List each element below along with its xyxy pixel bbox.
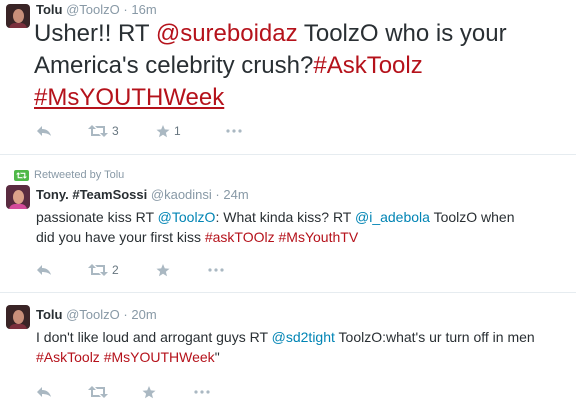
author-handle[interactable]: @ToolzO <box>66 307 120 322</box>
more-icon <box>208 268 224 272</box>
text-segment: : What kinda kiss? RT <box>215 209 355 225</box>
author-name[interactable]: Tony. #TeamSossi <box>36 187 147 202</box>
retweet-icon <box>88 386 108 398</box>
reply-button[interactable] <box>36 386 52 398</box>
star-icon <box>156 124 170 137</box>
avatar[interactable] <box>6 4 30 28</box>
hashtag-link[interactable]: #AskToolz <box>36 349 100 365</box>
mention-link[interactable]: @sd2tight <box>272 329 335 345</box>
tweet-text: I don't like loud and arrogant guys RT @… <box>36 327 536 367</box>
favorite-button[interactable]: 1 <box>156 124 181 138</box>
star-icon <box>156 263 170 276</box>
tweet: Retweeted by Tolu Tony. #TeamSossi @kaod… <box>0 155 576 293</box>
retweet-count: 3 <box>112 124 119 138</box>
retweet-button[interactable]: 3 <box>88 124 119 138</box>
avatar[interactable] <box>6 185 30 209</box>
separator: · <box>123 2 128 17</box>
reply-button[interactable] <box>36 125 52 137</box>
retweet-button[interactable] <box>88 386 108 398</box>
separator: · <box>123 307 128 322</box>
reply-icon <box>37 126 51 136</box>
reply-icon <box>37 265 51 275</box>
favorite-count: 1 <box>174 124 181 138</box>
avatar[interactable] <box>6 305 30 329</box>
retweet-icon <box>88 125 108 137</box>
retweet-button[interactable]: 2 <box>88 263 119 277</box>
star-icon <box>142 385 156 398</box>
reply-button[interactable] <box>36 264 52 276</box>
hashtag-link[interactable]: #MsYOUTHWeek <box>104 349 215 365</box>
text-segment: passionate kiss RT <box>36 209 158 225</box>
retweet-count: 2 <box>112 263 119 277</box>
more-button[interactable] <box>208 268 224 272</box>
author-name[interactable]: Tolu <box>36 2 62 17</box>
text-segment: ToolzO:what's ur turn off in men <box>334 329 535 345</box>
retweet-badge-icon <box>14 169 29 181</box>
tweet-header: Tony. #TeamSossi @kaodinsi · 24m <box>36 187 249 202</box>
timestamp[interactable]: 20m <box>131 307 156 322</box>
more-button[interactable] <box>194 390 210 394</box>
hashtag-link[interactable]: #MsYOUTHWeek <box>34 84 224 111</box>
mention-link[interactable]: @ToolzO <box>158 209 216 225</box>
favorite-button[interactable] <box>156 263 170 277</box>
text-segment: I don't like loud and arrogant guys RT <box>36 329 272 345</box>
tweet-actions: 2 <box>36 261 436 279</box>
tweet: Tolu @ToolzO · 16m Usher!! RT @sureboida… <box>0 0 576 155</box>
favorite-button[interactable] <box>142 385 156 399</box>
tweet-header: Tolu @ToolzO · 16m <box>36 2 157 17</box>
more-icon <box>194 390 210 394</box>
text-segment: " <box>214 349 220 365</box>
more-icon <box>226 129 242 133</box>
tweet-actions: 3 1 <box>36 122 436 140</box>
tweet-text: passionate kiss RT @ToolzO: What kinda k… <box>36 207 536 247</box>
retweet-context: Retweeted by Tolu <box>14 169 124 181</box>
hashtag-link[interactable]: #AskToolz <box>313 52 422 79</box>
tweet: Tolu @ToolzO · 20m I don't like loud and… <box>0 293 576 417</box>
more-button[interactable] <box>226 129 242 133</box>
retweeted-by-label[interactable]: Retweeted by Tolu <box>34 169 124 181</box>
hashtag-link[interactable]: #askTOOlz <box>205 229 275 245</box>
author-name[interactable]: Tolu <box>36 307 62 322</box>
text-segment: Usher!! RT <box>34 20 156 47</box>
mention-link[interactable]: @i_adebola <box>355 209 430 225</box>
timestamp[interactable]: 24m <box>223 187 248 202</box>
timestamp[interactable]: 16m <box>131 2 156 17</box>
tweet-actions <box>36 383 436 401</box>
reply-icon <box>37 387 51 397</box>
mention-link[interactable]: @sureboidaz <box>156 20 298 47</box>
retweet-icon <box>88 264 108 276</box>
tweet-header: Tolu @ToolzO · 20m <box>36 307 157 322</box>
author-handle[interactable]: @kaodinsi <box>151 187 212 202</box>
author-handle[interactable]: @ToolzO <box>66 2 120 17</box>
separator: · <box>215 187 220 202</box>
hashtag-link[interactable]: #MsYouthTV <box>279 229 359 245</box>
tweet-text: Usher!! RT @sureboidaz ToolzO who is you… <box>34 18 570 114</box>
